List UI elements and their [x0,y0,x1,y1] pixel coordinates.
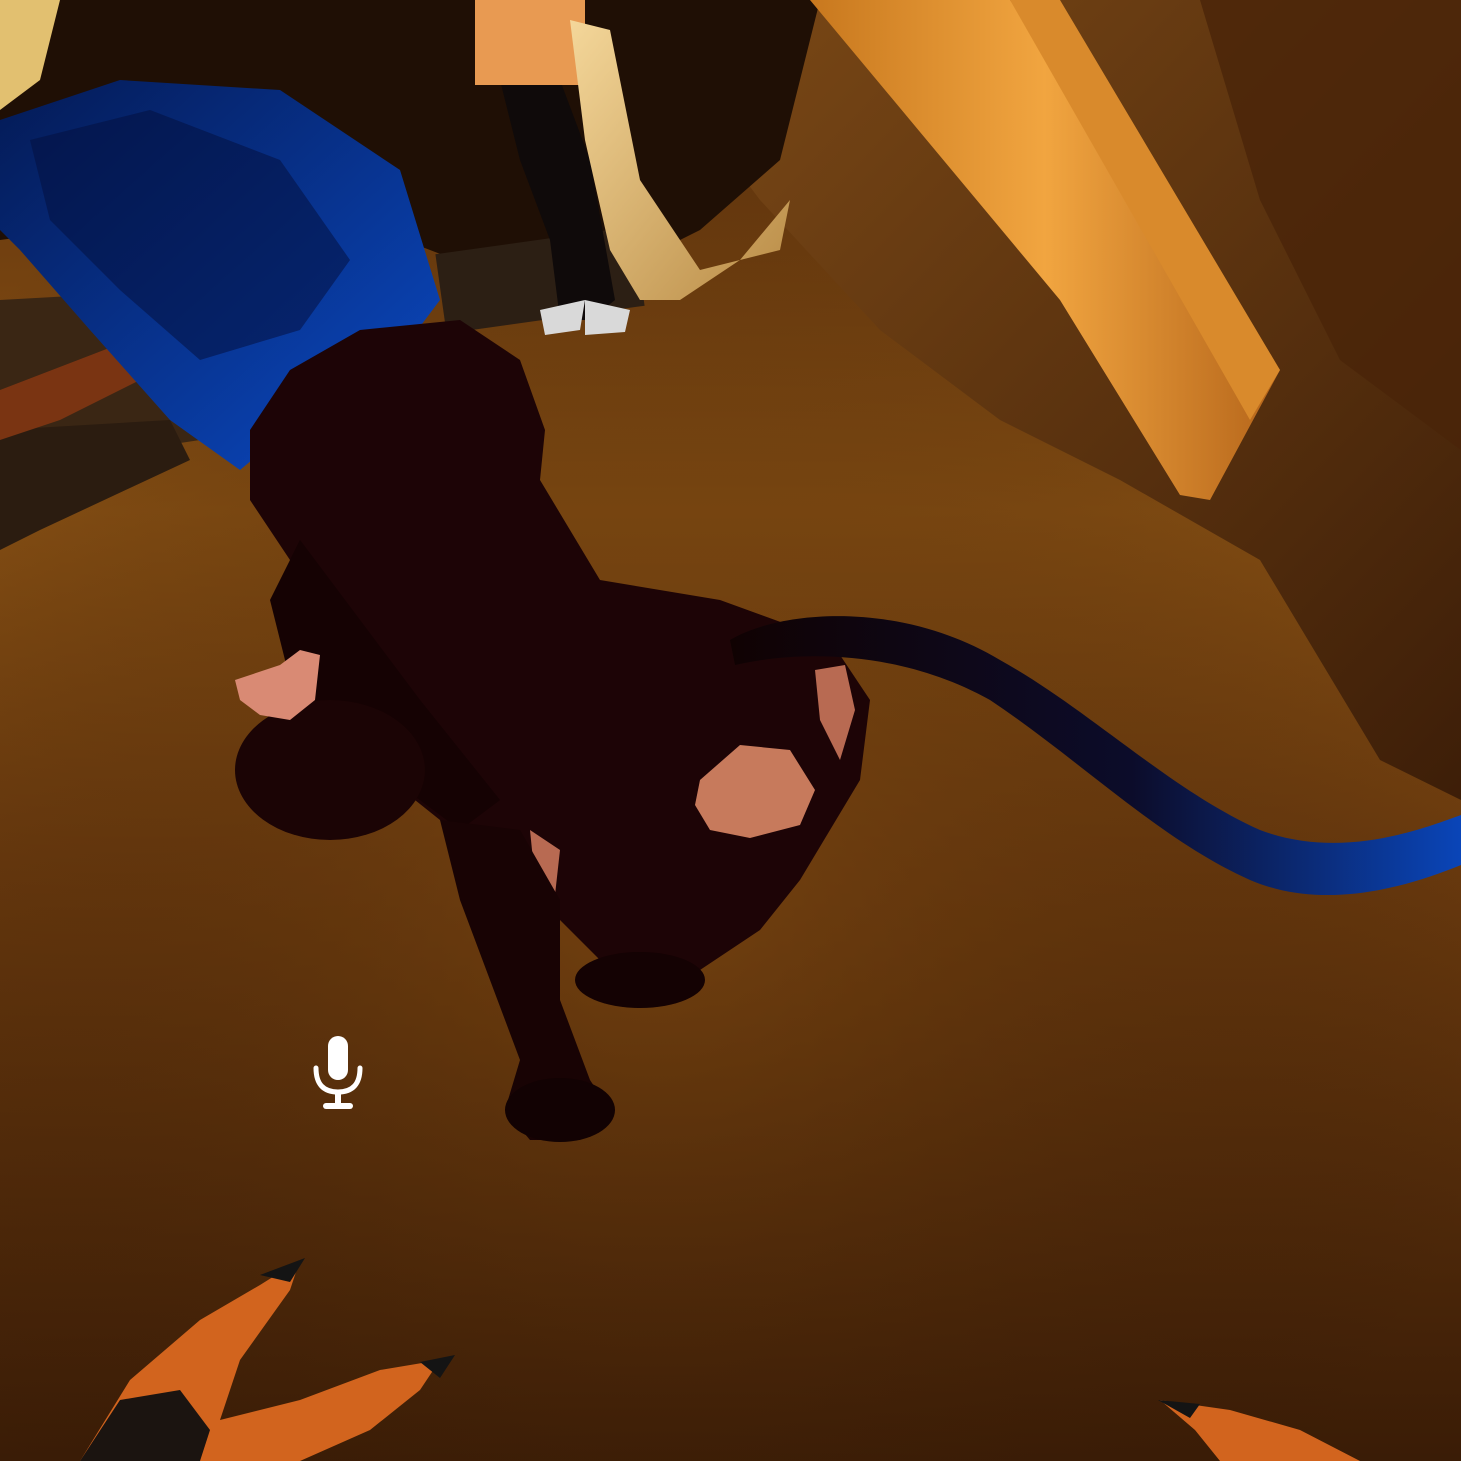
avatar-foot [505,1078,615,1142]
vr-scene [0,0,1461,1461]
avatar-shoulder [235,700,425,840]
avatar-other-foot [575,952,705,1008]
background-avatar-top [475,0,585,85]
microphone-icon[interactable] [308,1034,368,1112]
vr-viewport [0,0,1461,1461]
